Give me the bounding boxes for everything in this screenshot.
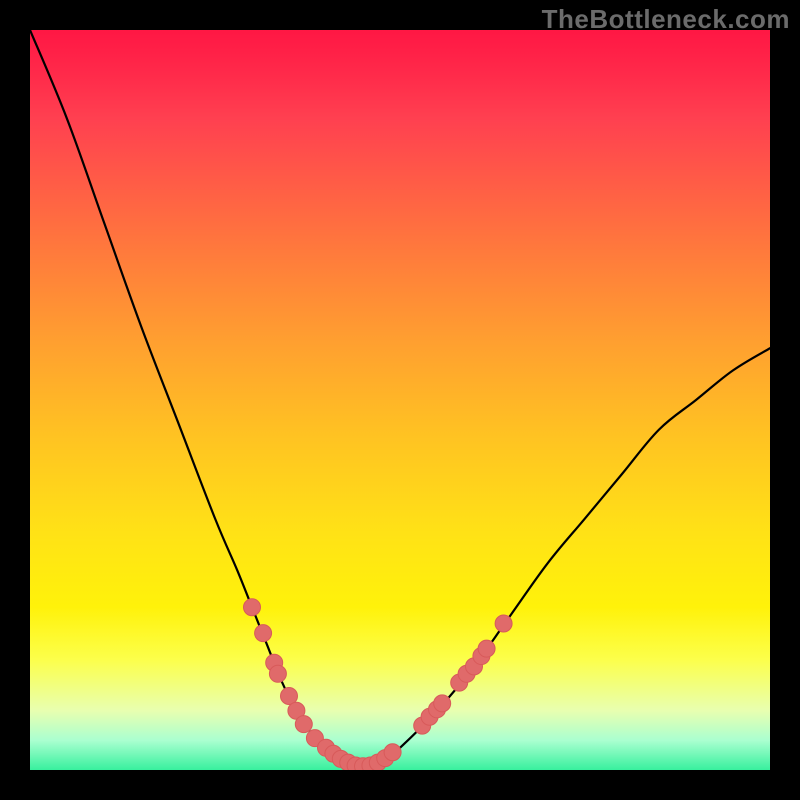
data-marker (295, 716, 312, 733)
data-marker (255, 625, 272, 642)
data-marker (269, 665, 286, 682)
data-marker (244, 599, 261, 616)
data-marker (495, 615, 512, 632)
data-marker (478, 640, 495, 657)
chart-frame: TheBottleneck.com (0, 0, 800, 800)
chart-svg (30, 30, 770, 770)
data-marker (384, 744, 401, 761)
data-marker (434, 695, 451, 712)
bottleneck-curve (30, 30, 770, 767)
plot-area (30, 30, 770, 770)
